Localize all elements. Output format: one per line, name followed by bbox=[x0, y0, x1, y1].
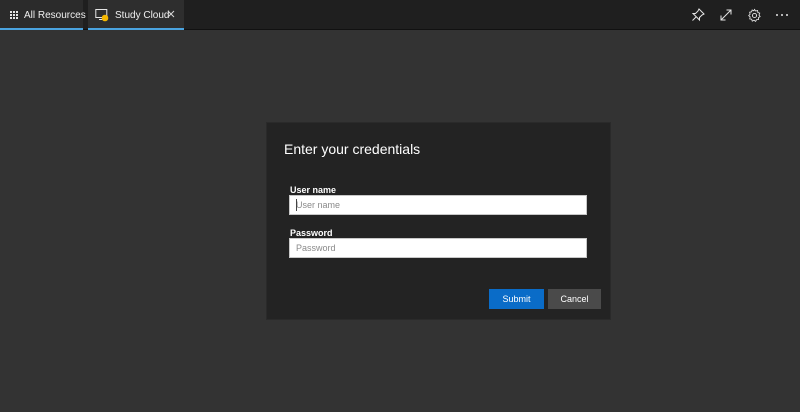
top-bar: All Resources Study Cloud bbox=[0, 0, 800, 30]
toolbar-actions bbox=[690, 0, 790, 30]
tab-study-cloud[interactable]: Study Cloud bbox=[88, 0, 184, 30]
apps-grid-icon bbox=[10, 10, 18, 20]
tab-all-resources[interactable]: All Resources bbox=[0, 0, 86, 30]
more-icon bbox=[776, 14, 788, 16]
more-button[interactable] bbox=[774, 7, 790, 23]
dialog-title: Enter your credentials bbox=[284, 141, 421, 157]
tab-label: All Resources bbox=[24, 9, 86, 21]
pin-icon bbox=[691, 8, 705, 22]
close-icon[interactable] bbox=[165, 8, 177, 20]
password-label: Password bbox=[290, 228, 333, 238]
fullscreen-button[interactable] bbox=[718, 7, 734, 23]
tab-active-indicator bbox=[88, 28, 184, 30]
text-cursor bbox=[296, 199, 297, 211]
settings-button[interactable] bbox=[746, 7, 762, 23]
credentials-dialog: Enter your credentials User name Passwor… bbox=[267, 123, 610, 319]
pin-button[interactable] bbox=[690, 7, 706, 23]
username-input[interactable] bbox=[289, 195, 587, 215]
cancel-button[interactable]: Cancel bbox=[548, 289, 601, 309]
tab-active-indicator bbox=[0, 28, 83, 30]
gear-icon bbox=[747, 8, 761, 22]
fullscreen-icon bbox=[720, 9, 732, 21]
tab-label: Study Cloud bbox=[115, 9, 170, 21]
username-label: User name bbox=[290, 185, 337, 195]
password-input[interactable] bbox=[289, 238, 587, 258]
submit-button[interactable]: Submit bbox=[489, 289, 544, 309]
remote-desktop-icon bbox=[95, 9, 109, 22]
